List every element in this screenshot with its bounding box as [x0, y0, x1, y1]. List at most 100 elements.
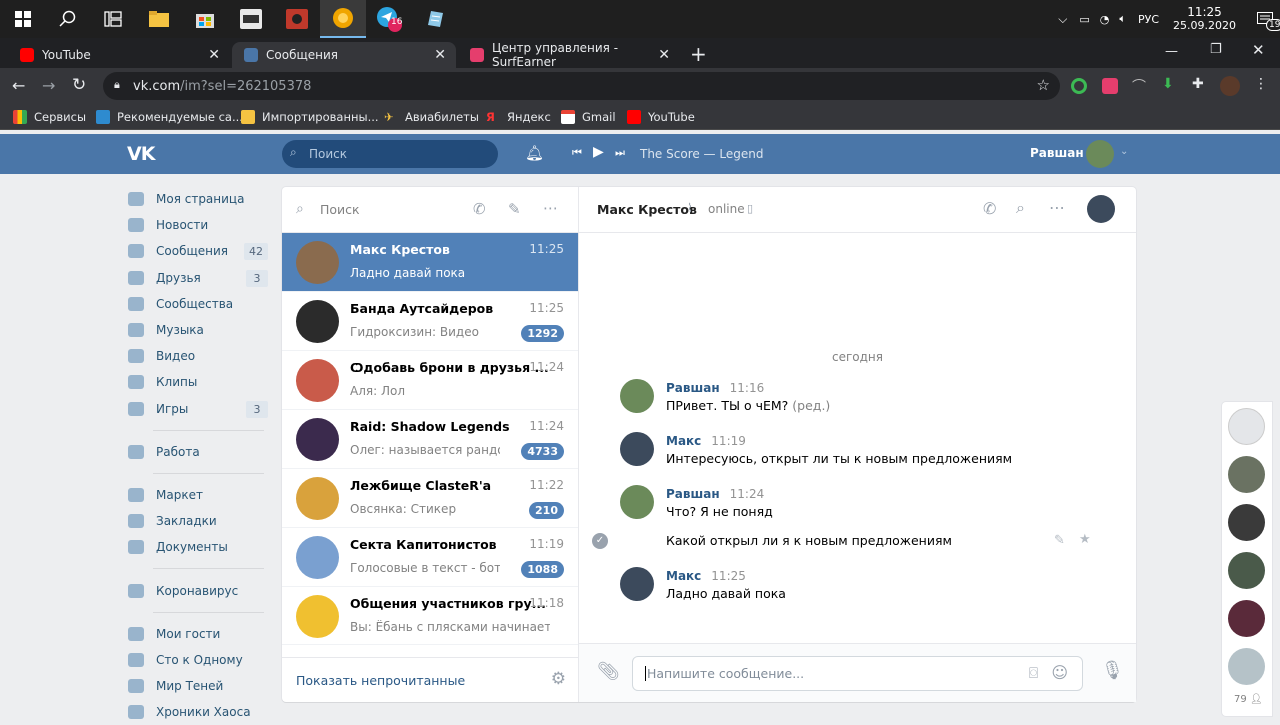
- settings-gear-icon[interactable]: ⚙: [551, 669, 566, 689]
- nav-documents[interactable]: Документы: [125, 534, 270, 560]
- game-app-2-icon[interactable]: [274, 0, 320, 38]
- search-icon[interactable]: ⌕: [1016, 198, 1025, 218]
- download-extension-icon[interactable]: ⬇: [1162, 76, 1174, 92]
- play-icon[interactable]: ▶: [593, 144, 604, 160]
- menu-kebab-icon[interactable]: ⋮: [1254, 76, 1268, 92]
- friend-avatar[interactable]: [1228, 408, 1265, 445]
- nav-music[interactable]: Музыка: [125, 317, 270, 343]
- edit-pencil-icon[interactable]: ✎: [1054, 533, 1065, 548]
- nav-mir-teney[interactable]: Мир Теней: [125, 673, 270, 699]
- conversation-item[interactable]: Raid: Shadow Legends 11:24 Олег: называе…: [282, 410, 578, 469]
- next-track-icon[interactable]: ⏭: [615, 146, 625, 160]
- close-tab-icon[interactable]: ✕: [658, 47, 670, 63]
- action-center-icon[interactable]: 19: [1250, 0, 1280, 38]
- bookmark-gmail[interactable]: Gmail: [561, 108, 616, 126]
- message-author[interactable]: Макс: [666, 569, 701, 583]
- user-avatar[interactable]: [1086, 140, 1114, 168]
- user-name[interactable]: Равшан: [1030, 146, 1084, 160]
- more-icon[interactable]: ⋯: [1049, 198, 1065, 217]
- online-friends-count[interactable]: 79 👤︎: [1234, 694, 1263, 705]
- message-author[interactable]: Равшан: [666, 487, 720, 501]
- nav-bookmarks[interactable]: Закладки: [125, 508, 270, 534]
- file-explorer-icon[interactable]: [136, 0, 182, 38]
- back-arrow-icon[interactable]: ←: [12, 76, 25, 95]
- selected-check-icon[interactable]: ✓: [592, 533, 608, 549]
- nav-video[interactable]: Видео: [125, 343, 270, 369]
- conversation-item[interactable]: Макс Крестов 11:25 Ладно давай пока: [282, 233, 578, 292]
- windows-start-icon[interactable]: [0, 0, 46, 38]
- bookmark-recommended[interactable]: Рекомендуемые са...: [96, 108, 243, 126]
- message-author[interactable]: Макс: [666, 434, 701, 448]
- clock[interactable]: 11:25 25.09.2020: [1173, 5, 1236, 33]
- telegram-icon[interactable]: 16: [366, 0, 412, 38]
- nav-messages[interactable]: Сообщения 42: [125, 238, 270, 264]
- phone-call-icon[interactable]: ✆: [983, 199, 996, 218]
- nav-work[interactable]: Работа: [125, 439, 270, 465]
- close-tab-icon[interactable]: ✕: [208, 47, 220, 63]
- nav-my-page[interactable]: Моя страница: [125, 186, 270, 212]
- bookmark-services[interactable]: Сервисы: [13, 108, 86, 126]
- tab-youtube[interactable]: YouTube ✕: [8, 42, 230, 68]
- task-view-icon[interactable]: [90, 0, 136, 38]
- surfearner-extension-icon[interactable]: [1102, 78, 1118, 94]
- friend-avatar[interactable]: [1228, 552, 1265, 589]
- peer-avatar[interactable]: [1087, 195, 1115, 223]
- compose-icon[interactable]: ✎: [508, 200, 521, 218]
- notepad-app-icon[interactable]: [412, 0, 458, 38]
- conversation-item[interactable]: Секта Капитонистов 11:19 Голосовые в тек…: [282, 528, 578, 587]
- conversation-item[interactable]: Банда Аутсайдеров 11:25 Гидроксизин: Вид…: [282, 292, 578, 351]
- nav-games[interactable]: Игры 3: [125, 396, 270, 422]
- address-bar[interactable]: 🔒︎ vk.com/im?sel=262105378 ☆: [103, 72, 1060, 100]
- vk-logo[interactable]: VK: [127, 143, 155, 165]
- tab-messages[interactable]: Сообщения ✕: [232, 42, 456, 68]
- battery-icon[interactable]: ▭: [1079, 13, 1089, 26]
- nav-sto-k-odnomu[interactable]: Сто к Одному: [125, 647, 270, 673]
- message-input[interactable]: Напишите сообщение... ⌼ ☺: [632, 656, 1083, 691]
- game-app-icon[interactable]: [228, 0, 274, 38]
- show-unread-link[interactable]: Показать непрочитанные: [296, 673, 465, 688]
- profile-avatar[interactable]: [1220, 76, 1240, 96]
- bookmark-imported[interactable]: Импортированны...: [241, 108, 379, 126]
- forward-arrow-icon[interactable]: →: [42, 76, 55, 95]
- conversation-item[interactable]: Общения участников гру... 11:18 Вы: Ёбан…: [282, 587, 578, 645]
- extension-arc-icon[interactable]: ⌒: [1132, 76, 1146, 96]
- player-track[interactable]: The Score — Legend: [640, 147, 763, 161]
- friend-avatar[interactable]: [1228, 600, 1265, 637]
- store-icon[interactable]: [182, 0, 228, 38]
- attach-paperclip-icon[interactable]: 📎︎: [597, 661, 620, 682]
- conversation-search[interactable]: ⌕ Поиск ✆ ✎ ⋯: [282, 187, 578, 233]
- bell-icon[interactable]: 🔔︎: [525, 144, 544, 162]
- bookmark-yandex[interactable]: Я Яндекс: [486, 108, 551, 126]
- nav-my-guests[interactable]: Мои гости: [125, 621, 270, 647]
- more-icon[interactable]: ⋯: [543, 199, 558, 217]
- nav-chronicles[interactable]: Хроники Хаоса: [125, 699, 270, 725]
- volume-icon[interactable]: 🔈︎: [1119, 12, 1126, 26]
- wifi-icon[interactable]: ◔: [1100, 13, 1110, 26]
- tab-surfearner[interactable]: Центр управления - SurfEarner ✕: [458, 41, 680, 69]
- close-tab-icon[interactable]: ✕: [434, 47, 446, 63]
- nav-communities[interactable]: Сообщества: [125, 291, 270, 317]
- microphone-icon[interactable]: 🎙︎: [1101, 660, 1124, 681]
- bookmark-youtube[interactable]: YouTube: [627, 108, 695, 126]
- friend-avatar[interactable]: [1228, 456, 1265, 493]
- language-indicator[interactable]: РУС: [1138, 13, 1159, 26]
- restore-button[interactable]: ❐: [1210, 42, 1222, 57]
- nav-friends[interactable]: Друзья 3: [125, 265, 270, 291]
- prev-track-icon[interactable]: ⏮: [572, 146, 582, 160]
- new-call-icon[interactable]: ✆: [473, 200, 486, 218]
- conversation-item[interactable]: Ѻдобавь брони в друзья ... 11:24 Аля: Ло…: [282, 351, 578, 410]
- chevron-down-icon[interactable]: ⌄: [1120, 146, 1128, 157]
- camera-icon[interactable]: ⌼: [1029, 664, 1038, 682]
- nav-clips[interactable]: Клипы: [125, 369, 270, 395]
- chevron-up-icon[interactable]: ⌵: [1058, 12, 1067, 27]
- nav-market[interactable]: Маркет: [125, 482, 270, 508]
- browser-app-icon[interactable]: [320, 0, 366, 38]
- extensions-puzzle-icon[interactable]: ✚: [1192, 76, 1204, 92]
- emoji-smile-icon[interactable]: ☺: [1051, 663, 1068, 682]
- close-window-button[interactable]: ✕: [1252, 41, 1265, 59]
- vk-search-input[interactable]: ⌕ Поиск: [282, 140, 498, 168]
- nav-coronavirus[interactable]: Коронавирус: [125, 577, 270, 603]
- message-text[interactable]: Какой открыл ли я к новым предложениям: [666, 533, 952, 548]
- conversation-item[interactable]: Лежбище ClasteR'a 11:22 Овсянка: Стикер …: [282, 469, 578, 528]
- star-icon[interactable]: ★: [1079, 532, 1091, 547]
